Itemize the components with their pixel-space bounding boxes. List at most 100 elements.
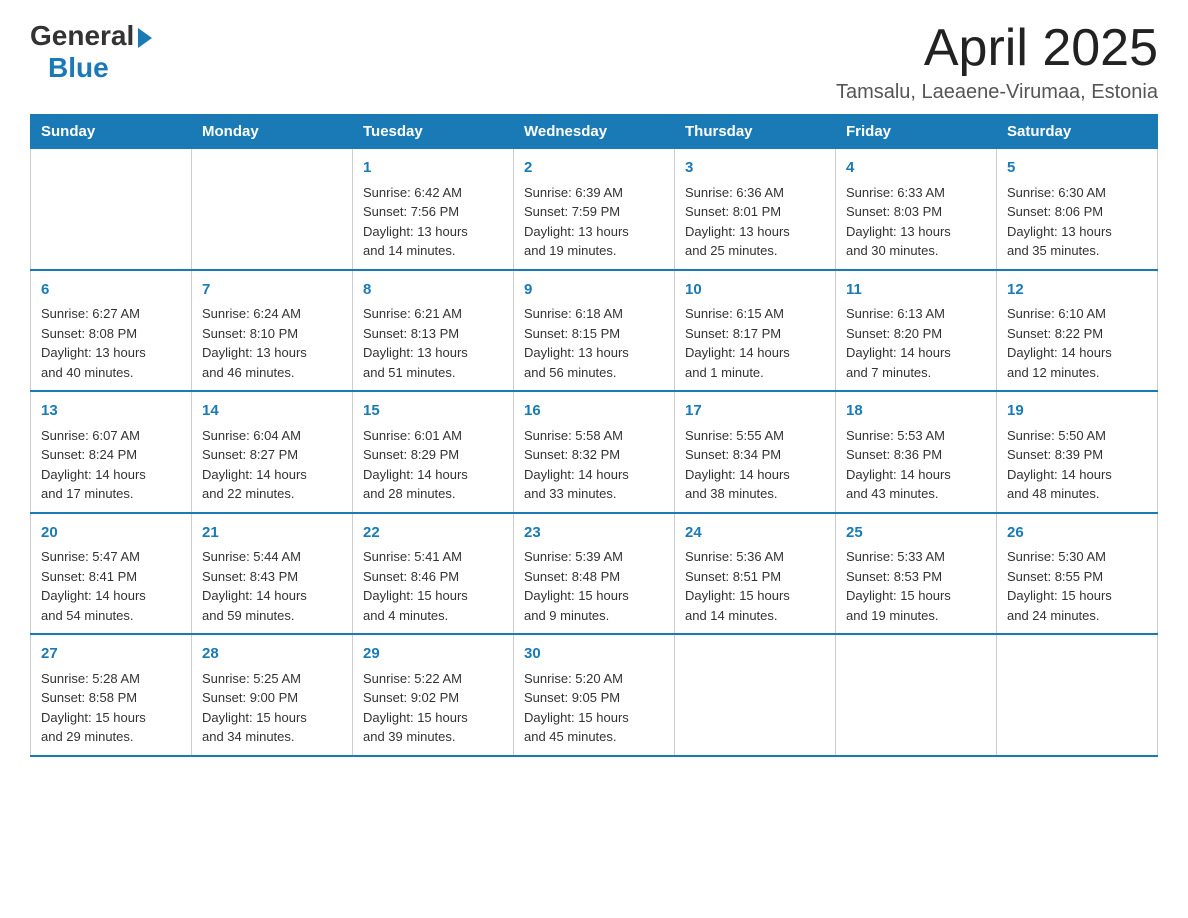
day-number: 6: [41, 279, 181, 302]
day-info: Sunrise: 6:42 AM Sunset: 7:56 PM Dayligh…: [363, 183, 503, 261]
day-number: 24: [685, 522, 825, 545]
calendar-week-row: 13Sunrise: 6:07 AM Sunset: 8:24 PM Dayli…: [31, 391, 1158, 513]
day-number: 4: [846, 157, 986, 180]
day-info: Sunrise: 5:44 AM Sunset: 8:43 PM Dayligh…: [202, 547, 342, 625]
day-number: 30: [524, 643, 664, 666]
day-number: 29: [363, 643, 503, 666]
day-number: 2: [524, 157, 664, 180]
calendar-week-row: 20Sunrise: 5:47 AM Sunset: 8:41 PM Dayli…: [31, 513, 1158, 635]
day-info: Sunrise: 6:39 AM Sunset: 7:59 PM Dayligh…: [524, 183, 664, 261]
calendar-table: SundayMondayTuesdayWednesdayThursdayFrid…: [30, 114, 1158, 757]
day-info: Sunrise: 6:33 AM Sunset: 8:03 PM Dayligh…: [846, 183, 986, 261]
page-header: General Blue April 2025 Tamsalu, Laeaene…: [30, 20, 1158, 104]
calendar-week-row: 1 Sunrise: 6:42 AM Sunset: 7:56 PM Daylig…: [31, 149, 1158, 270]
calendar-cell: 6Sunrise: 6:27 AM Sunset: 8:08 PM Daylig…: [31, 270, 192, 392]
day-number: 17: [685, 400, 825, 423]
day-number: 21: [202, 522, 342, 545]
location-text: Tamsalu, Laeaene-Virumaa, Estonia: [836, 81, 1158, 104]
calendar-header-row: SundayMondayTuesdayWednesdayThursdayFrid…: [31, 115, 1158, 149]
calendar-cell: 23Sunrise: 5:39 AM Sunset: 8:48 PM Dayli…: [514, 513, 675, 635]
day-number: 26: [1007, 522, 1147, 545]
calendar-cell: 30 Sunrise: 5:20 AM Sunset: 9:05 PM Dayli…: [514, 634, 675, 756]
day-number: 5: [1007, 157, 1147, 180]
header-friday: Friday: [836, 115, 997, 149]
calendar-cell: [31, 149, 192, 270]
day-info: Sunrise: 6:36 AM Sunset: 8:01 PM Dayligh…: [685, 183, 825, 261]
logo-general-text: General: [30, 20, 134, 52]
calendar-week-row: 6Sunrise: 6:27 AM Sunset: 8:08 PM Daylig…: [31, 270, 1158, 392]
calendar-cell: 25Sunrise: 5:33 AM Sunset: 8:53 PM Dayli…: [836, 513, 997, 635]
logo-blue-text: Blue: [48, 52, 109, 84]
day-info: Sunrise: 6:21 AM Sunset: 8:13 PM Dayligh…: [363, 304, 503, 382]
calendar-cell: 14 Sunrise: 6:04 AM Sunset: 8:27 PM Dayli…: [192, 391, 353, 513]
day-number: 10: [685, 279, 825, 302]
day-number: 7: [202, 279, 342, 302]
day-info: Sunrise: 6:01 AM Sunset: 8:29 PM Dayligh…: [363, 426, 503, 504]
calendar-cell: 7Sunrise: 6:24 AM Sunset: 8:10 PM Daylig…: [192, 270, 353, 392]
calendar-cell: 4 Sunrise: 6:33 AM Sunset: 8:03 PM Daylig…: [836, 149, 997, 270]
day-info: Sunrise: 5:20 AM Sunset: 9:05 PM Dayligh…: [524, 669, 664, 747]
day-number: 25: [846, 522, 986, 545]
day-number: 18: [846, 400, 986, 423]
calendar-cell: 16 Sunrise: 5:58 AM Sunset: 8:32 PM Dayli…: [514, 391, 675, 513]
calendar-cell: 20Sunrise: 5:47 AM Sunset: 8:41 PM Dayli…: [31, 513, 192, 635]
calendar-cell: 15Sunrise: 6:01 AM Sunset: 8:29 PM Dayli…: [353, 391, 514, 513]
day-info: Sunrise: 5:58 AM Sunset: 8:32 PM Dayligh…: [524, 426, 664, 504]
day-info: Sunrise: 5:22 AM Sunset: 9:02 PM Dayligh…: [363, 669, 503, 747]
day-info: Sunrise: 6:15 AM Sunset: 8:17 PM Dayligh…: [685, 304, 825, 382]
calendar-cell: 26Sunrise: 5:30 AM Sunset: 8:55 PM Dayli…: [997, 513, 1158, 635]
day-info: Sunrise: 5:30 AM Sunset: 8:55 PM Dayligh…: [1007, 547, 1147, 625]
calendar-cell: 8Sunrise: 6:21 AM Sunset: 8:13 PM Daylig…: [353, 270, 514, 392]
calendar-cell: 28 Sunrise: 5:25 AM Sunset: 9:00 PM Dayli…: [192, 634, 353, 756]
calendar-week-row: 27Sunrise: 5:28 AM Sunset: 8:58 PM Dayli…: [31, 634, 1158, 756]
day-info: Sunrise: 5:25 AM Sunset: 9:00 PM Dayligh…: [202, 669, 342, 747]
day-number: 3: [685, 157, 825, 180]
day-info: Sunrise: 6:07 AM Sunset: 8:24 PM Dayligh…: [41, 426, 181, 504]
day-number: 23: [524, 522, 664, 545]
calendar-cell: 5Sunrise: 6:30 AM Sunset: 8:06 PM Daylig…: [997, 149, 1158, 270]
header-tuesday: Tuesday: [353, 115, 514, 149]
day-number: 14: [202, 400, 342, 423]
month-title: April 2025: [836, 20, 1158, 77]
calendar-cell: 22Sunrise: 5:41 AM Sunset: 8:46 PM Dayli…: [353, 513, 514, 635]
day-number: 11: [846, 279, 986, 302]
day-info: Sunrise: 6:13 AM Sunset: 8:20 PM Dayligh…: [846, 304, 986, 382]
day-number: 20: [41, 522, 181, 545]
day-info: Sunrise: 5:36 AM Sunset: 8:51 PM Dayligh…: [685, 547, 825, 625]
day-number: 8: [363, 279, 503, 302]
day-info: Sunrise: 5:50 AM Sunset: 8:39 PM Dayligh…: [1007, 426, 1147, 504]
day-number: 28: [202, 643, 342, 666]
calendar-cell: [997, 634, 1158, 756]
calendar-cell: 11Sunrise: 6:13 AM Sunset: 8:20 PM Dayli…: [836, 270, 997, 392]
calendar-cell: [675, 634, 836, 756]
calendar-cell: 21Sunrise: 5:44 AM Sunset: 8:43 PM Dayli…: [192, 513, 353, 635]
day-info: Sunrise: 5:47 AM Sunset: 8:41 PM Dayligh…: [41, 547, 181, 625]
day-info: Sunrise: 6:04 AM Sunset: 8:27 PM Dayligh…: [202, 426, 342, 504]
day-info: Sunrise: 6:18 AM Sunset: 8:15 PM Dayligh…: [524, 304, 664, 382]
logo: General Blue: [30, 20, 152, 84]
day-number: 1: [363, 157, 503, 180]
day-info: Sunrise: 6:27 AM Sunset: 8:08 PM Dayligh…: [41, 304, 181, 382]
day-info: Sunrise: 5:53 AM Sunset: 8:36 PM Dayligh…: [846, 426, 986, 504]
calendar-cell: 17Sunrise: 5:55 AM Sunset: 8:34 PM Dayli…: [675, 391, 836, 513]
calendar-cell: 2 Sunrise: 6:39 AM Sunset: 7:59 PM Daylig…: [514, 149, 675, 270]
header-monday: Monday: [192, 115, 353, 149]
calendar-cell: 9Sunrise: 6:18 AM Sunset: 8:15 PM Daylig…: [514, 270, 675, 392]
calendar-cell: 24Sunrise: 5:36 AM Sunset: 8:51 PM Dayli…: [675, 513, 836, 635]
calendar-cell: 10Sunrise: 6:15 AM Sunset: 8:17 PM Dayli…: [675, 270, 836, 392]
header-saturday: Saturday: [997, 115, 1158, 149]
header-thursday: Thursday: [675, 115, 836, 149]
day-info: Sunrise: 5:33 AM Sunset: 8:53 PM Dayligh…: [846, 547, 986, 625]
calendar-cell: 13Sunrise: 6:07 AM Sunset: 8:24 PM Dayli…: [31, 391, 192, 513]
calendar-cell: 3 Sunrise: 6:36 AM Sunset: 8:01 PM Daylig…: [675, 149, 836, 270]
header-sunday: Sunday: [31, 115, 192, 149]
day-number: 12: [1007, 279, 1147, 302]
calendar-cell: 29 Sunrise: 5:22 AM Sunset: 9:02 PM Dayli…: [353, 634, 514, 756]
title-section: April 2025 Tamsalu, Laeaene-Virumaa, Est…: [836, 20, 1158, 104]
header-wednesday: Wednesday: [514, 115, 675, 149]
day-number: 16: [524, 400, 664, 423]
calendar-cell: 27Sunrise: 5:28 AM Sunset: 8:58 PM Dayli…: [31, 634, 192, 756]
calendar-cell: 19Sunrise: 5:50 AM Sunset: 8:39 PM Dayli…: [997, 391, 1158, 513]
calendar-cell: 12Sunrise: 6:10 AM Sunset: 8:22 PM Dayli…: [997, 270, 1158, 392]
day-number: 22: [363, 522, 503, 545]
